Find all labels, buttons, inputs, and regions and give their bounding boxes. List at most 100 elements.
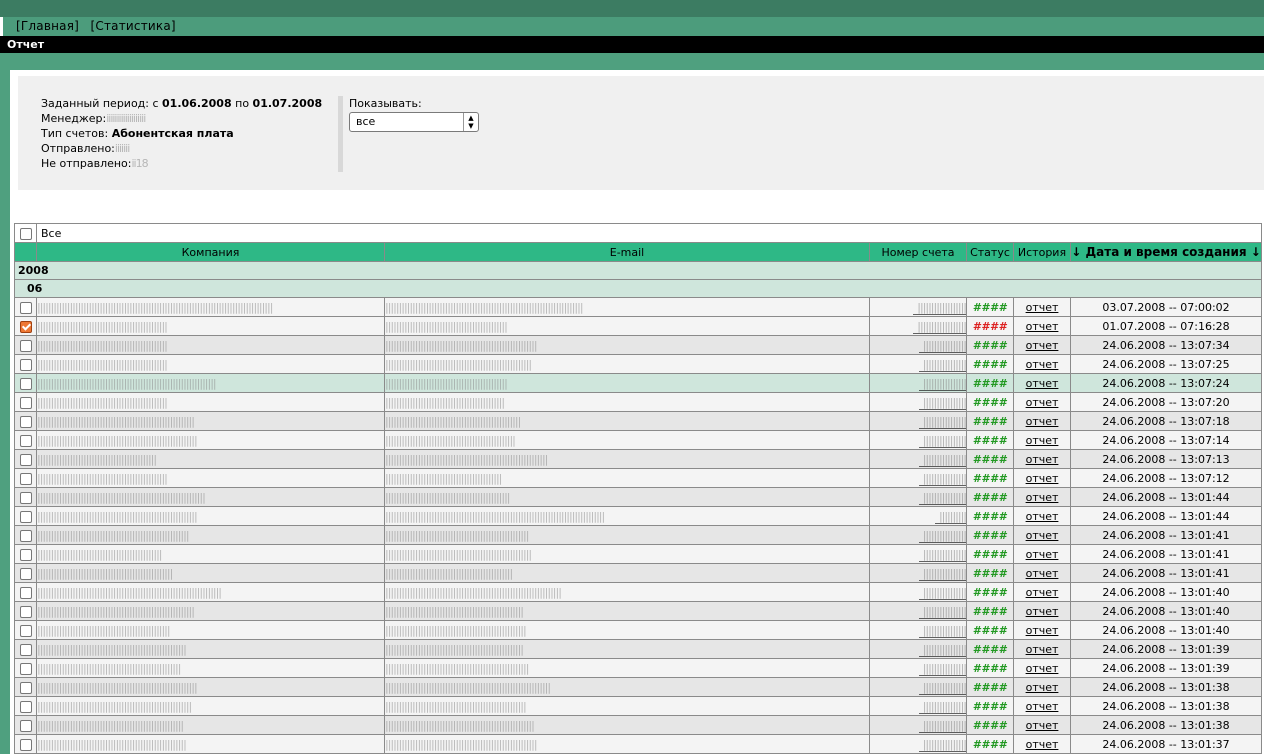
row-checkbox[interactable] (19, 453, 32, 466)
row-checkbox[interactable] (19, 301, 32, 314)
row-checkbox[interactable] (19, 719, 32, 732)
invoice-number-link[interactable]: |||||||||||||||| (918, 623, 966, 638)
row-checkbox[interactable] (19, 377, 32, 390)
table-row[interactable]: ||||||||||||||||||||||||||||||||||||||||… (14, 525, 1263, 545)
table-row[interactable]: ||||||||||||||||||||||||||||||||||||||||… (14, 373, 1263, 393)
invoice-number-link[interactable]: |||||||||||||||| (918, 452, 966, 467)
table-row[interactable]: ||||||||||||||||||||||||||||||||||||||||… (14, 335, 1263, 355)
table-row[interactable]: ||||||||||||||||||||||||||||||||||||||||… (14, 411, 1263, 431)
invoice-number-link[interactable]: |||||||||||||||| (918, 433, 966, 448)
table-row[interactable]: ||||||||||||||||||||||||||||||||||||||||… (14, 601, 1263, 621)
history-report-link[interactable]: отчет (1026, 510, 1059, 523)
history-report-link[interactable]: отчет (1026, 453, 1059, 466)
invoice-number-link[interactable]: |||||||||||||||| (918, 737, 966, 752)
invoice-number-link[interactable]: |||||||||||||||| (918, 604, 966, 619)
row-checkbox[interactable] (19, 415, 32, 428)
table-row[interactable]: ||||||||||||||||||||||||||||||||||||||||… (14, 734, 1263, 754)
history-report-link[interactable]: отчет (1026, 377, 1059, 390)
table-row[interactable]: ||||||||||||||||||||||||||||||||||||||||… (14, 392, 1263, 412)
invoice-number-link[interactable]: |||||||||||||||| (918, 699, 966, 714)
invoice-number-link[interactable]: |||||||||||||||||| (913, 300, 966, 315)
table-row[interactable]: ||||||||||||||||||||||||||||||||||||||||… (14, 715, 1263, 735)
invoice-number-link[interactable]: |||||||||||||||| (918, 547, 966, 562)
row-checkbox[interactable] (19, 510, 32, 523)
row-checkbox[interactable] (19, 320, 32, 333)
table-row[interactable]: ||||||||||||||||||||||||||||||||||||||||… (14, 468, 1263, 488)
table-row[interactable]: ||||||||||||||||||||||||||||||||||||||||… (14, 639, 1263, 659)
row-checkbox[interactable] (19, 586, 32, 599)
invoice-number-link[interactable]: |||||||||||||||| (918, 585, 966, 600)
history-report-link[interactable]: отчет (1026, 738, 1059, 751)
row-checkbox[interactable] (19, 491, 32, 504)
header-company[interactable]: Компания (36, 242, 385, 262)
select-all-checkbox[interactable] (19, 227, 32, 240)
table-row[interactable]: ||||||||||||||||||||||||||||||||||||||||… (14, 658, 1263, 678)
history-report-link[interactable]: отчет (1026, 586, 1059, 599)
invoice-number-link[interactable]: |||||||||||||||| (918, 718, 966, 733)
invoice-number-link[interactable]: |||||||||||||||| (918, 642, 966, 657)
table-row[interactable]: ||||||||||||||||||||||||||||||||||||||||… (14, 696, 1263, 716)
history-report-link[interactable]: отчет (1026, 472, 1059, 485)
row-checkbox[interactable] (19, 662, 32, 675)
table-row[interactable]: ||||||||||||||||||||||||||||||||||||||||… (14, 316, 1263, 336)
nav-stats-link[interactable]: [Статистика] (91, 19, 176, 33)
header-history[interactable]: История (1013, 242, 1071, 262)
header-number[interactable]: Номер счета (869, 242, 967, 262)
row-checkbox[interactable] (19, 396, 32, 409)
table-row[interactable]: ||||||||||||||||||||||||||||||||||||||||… (14, 620, 1263, 640)
header-date[interactable]: ↓ Дата и время создания ↓ (1069, 242, 1263, 262)
table-row[interactable]: ||||||||||||||||||||||||||||||||||||||||… (14, 430, 1263, 450)
history-report-link[interactable]: отчет (1026, 567, 1059, 580)
row-checkbox[interactable] (19, 529, 32, 542)
invoice-number-link[interactable]: |||||||||||||||| (918, 357, 966, 372)
header-email[interactable]: E-mail (384, 242, 870, 262)
invoice-number-link[interactable]: |||||||||||||||| (918, 528, 966, 543)
row-checkbox[interactable] (19, 738, 32, 751)
row-checkbox[interactable] (19, 472, 32, 485)
history-report-link[interactable]: отчет (1026, 358, 1059, 371)
invoice-number-link[interactable]: |||||||||||||||| (918, 661, 966, 676)
table-row[interactable]: ||||||||||||||||||||||||||||||||||||||||… (14, 354, 1263, 374)
row-checkbox[interactable] (19, 358, 32, 371)
history-report-link[interactable]: отчет (1026, 301, 1059, 314)
header-status[interactable]: Статус (966, 242, 1014, 262)
row-checkbox[interactable] (19, 643, 32, 656)
history-report-link[interactable]: отчет (1026, 491, 1059, 504)
show-filter-select[interactable]: все ▲ ▼ (349, 112, 479, 132)
history-report-link[interactable]: отчет (1026, 662, 1059, 675)
history-report-link[interactable]: отчет (1026, 415, 1059, 428)
table-row[interactable]: ||||||||||||||||||||||||||||||||||||||||… (14, 582, 1263, 602)
invoice-number-link[interactable]: |||||||||||||||||| (913, 319, 966, 334)
history-report-link[interactable]: отчет (1026, 643, 1059, 656)
history-report-link[interactable]: отчет (1026, 396, 1059, 409)
history-report-link[interactable]: отчет (1026, 624, 1059, 637)
invoice-number-link[interactable]: |||||||||||||||| (918, 395, 966, 410)
nav-home-link[interactable]: [Главная] (16, 19, 79, 33)
table-row[interactable]: ||||||||||||||||||||||||||||||||||||||||… (14, 563, 1263, 583)
history-report-link[interactable]: отчет (1026, 700, 1059, 713)
history-report-link[interactable]: отчет (1026, 434, 1059, 447)
table-row[interactable]: ||||||||||||||||||||||||||||||||||||||||… (14, 544, 1263, 564)
row-checkbox[interactable] (19, 700, 32, 713)
history-report-link[interactable]: отчет (1026, 548, 1059, 561)
history-report-link[interactable]: отчет (1026, 339, 1059, 352)
row-checkbox[interactable] (19, 605, 32, 618)
invoice-number-link[interactable]: |||||||||||||||| (918, 414, 966, 429)
table-row[interactable]: ||||||||||||||||||||||||||||||||||||||||… (14, 487, 1263, 507)
invoice-number-link[interactable]: |||||||||||||||| (918, 376, 966, 391)
table-row[interactable]: ||||||||||||||||||||||||||||||||||||||||… (14, 506, 1263, 526)
history-report-link[interactable]: отчет (1026, 681, 1059, 694)
invoice-number-link[interactable]: |||||||||||||||| (918, 338, 966, 353)
table-row[interactable]: ||||||||||||||||||||||||||||||||||||||||… (14, 677, 1263, 697)
invoice-number-link[interactable]: |||||||||| (934, 509, 966, 524)
invoice-number-link[interactable]: |||||||||||||||| (918, 680, 966, 695)
table-row[interactable]: ||||||||||||||||||||||||||||||||||||||||… (14, 449, 1263, 469)
invoice-number-link[interactable]: |||||||||||||||| (918, 490, 966, 505)
invoice-number-link[interactable]: |||||||||||||||| (918, 566, 966, 581)
row-checkbox[interactable] (19, 567, 32, 580)
invoice-number-link[interactable]: |||||||||||||||| (918, 471, 966, 486)
history-report-link[interactable]: отчет (1026, 320, 1059, 333)
row-checkbox[interactable] (19, 681, 32, 694)
history-report-link[interactable]: отчет (1026, 529, 1059, 542)
row-checkbox[interactable] (19, 434, 32, 447)
